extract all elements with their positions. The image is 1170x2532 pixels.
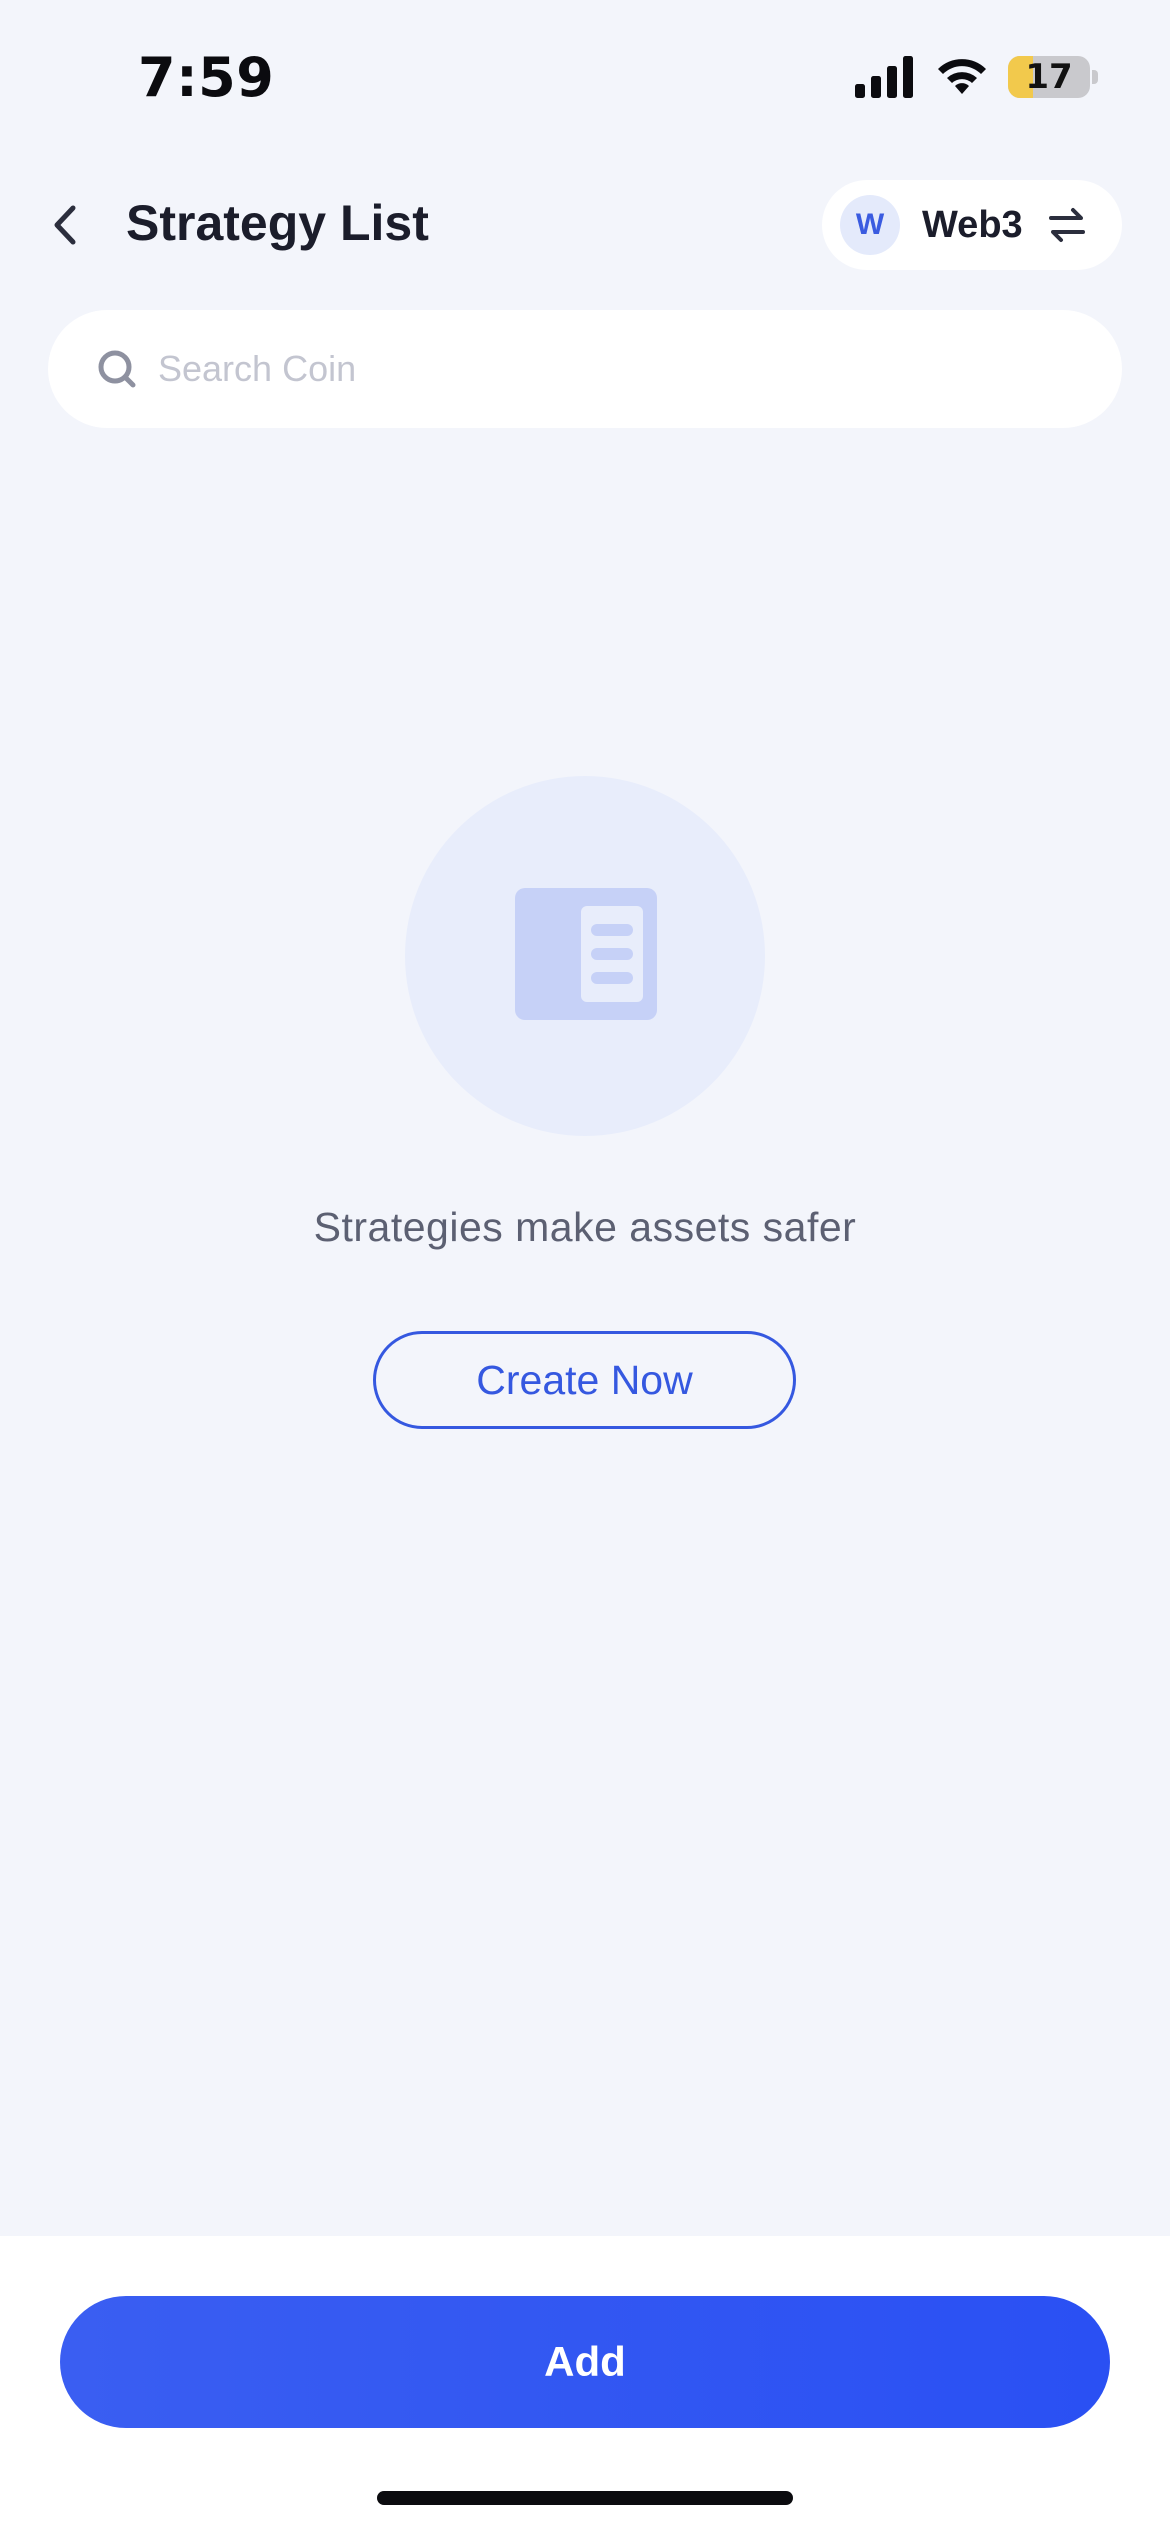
document-list-icon: [515, 888, 657, 1020]
battery-cap: [1092, 70, 1098, 84]
strategy-list-screen: 7:59 17 Strategy List W Web3 Search Coin…: [0, 0, 1170, 2532]
battery-icon: 17: [1008, 56, 1090, 98]
home-indicator: [377, 2491, 793, 2505]
empty-state-illustration: [405, 776, 765, 1136]
bottom-panel: Add: [0, 2236, 1170, 2532]
signal-icon: [855, 56, 913, 98]
account-avatar: W: [840, 195, 900, 255]
create-now-button[interactable]: Create Now: [373, 1331, 796, 1429]
account-name: Web3: [922, 203, 1023, 246]
battery-level: 17: [1025, 57, 1073, 97]
back-button[interactable]: [30, 190, 100, 260]
page-title: Strategy List: [126, 195, 429, 251]
header: Strategy List W Web3: [0, 170, 1170, 280]
chevron-left-icon: [54, 205, 76, 245]
add-button[interactable]: Add: [60, 2296, 1110, 2428]
search-input[interactable]: [158, 348, 1058, 390]
status-time: 7:59: [138, 46, 275, 109]
status-bar: 7:59 17: [0, 0, 1170, 150]
search-bar[interactable]: [48, 310, 1122, 428]
swap-arrows-icon: [1048, 208, 1085, 242]
empty-state-message: Strategies make assets safer: [313, 1204, 857, 1250]
search-icon: [98, 350, 136, 388]
wifi-icon: [938, 59, 986, 94]
account-switch-button[interactable]: W Web3: [822, 180, 1122, 270]
